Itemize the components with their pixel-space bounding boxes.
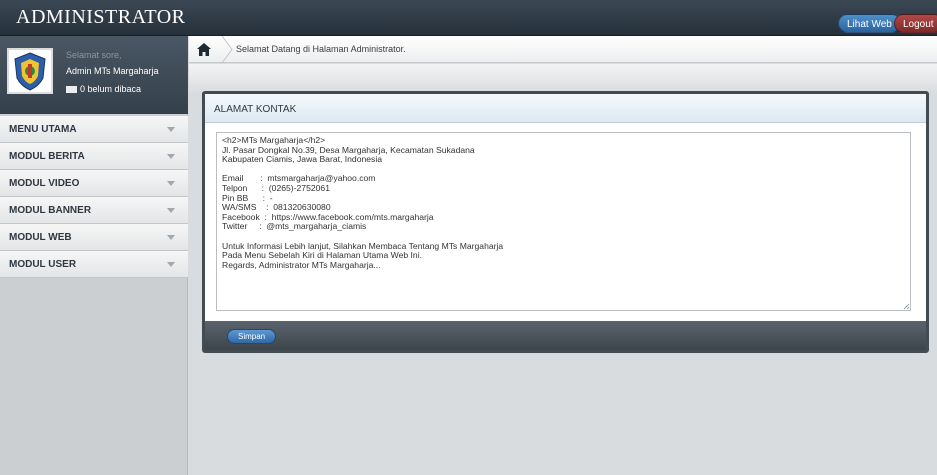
menu-item-label: MODUL VIDEO bbox=[9, 178, 80, 189]
resize-grip-icon[interactable] bbox=[902, 302, 910, 310]
menu-item-label: MODUL BANNER bbox=[9, 205, 92, 216]
breadcrumb-separator bbox=[221, 36, 233, 63]
menu-item-label: MODUL USER bbox=[9, 259, 77, 270]
menu-item-modul-video[interactable]: MODUL VIDEO bbox=[0, 170, 188, 197]
chevron-down-icon bbox=[167, 262, 175, 267]
menu-item-label: MODUL WEB bbox=[9, 232, 72, 243]
home-icon[interactable] bbox=[197, 43, 211, 56]
breadcrumb-text: Selamat Datang di Halaman Administrator. bbox=[236, 44, 406, 54]
app-title: ADMINISTRATOR bbox=[16, 6, 186, 28]
unread-count: 0 belum dibaca bbox=[80, 84, 142, 94]
menu-item-modul-user[interactable]: MODUL USER bbox=[0, 251, 188, 278]
menu-item-label: MENU UTAMA bbox=[9, 124, 77, 135]
panel-header: ALAMAT KONTAK bbox=[205, 94, 926, 123]
contact-content-textarea[interactable]: <h2>MTs Margaharja</h2> Jl. Pasar Dongka… bbox=[216, 132, 911, 311]
unread-messages-link[interactable]: 0 belum dibaca bbox=[66, 84, 141, 94]
user-profile-box: Selamat sore, Admin MTs Margaharja 0 bel… bbox=[0, 36, 188, 114]
save-button[interactable]: Simpan bbox=[227, 329, 277, 344]
avatar bbox=[7, 48, 53, 94]
logout-button[interactable]: Logout bbox=[894, 14, 937, 33]
mail-icon bbox=[66, 86, 77, 93]
breadcrumb: Selamat Datang di Halaman Administrator. bbox=[189, 36, 937, 63]
chevron-down-icon bbox=[167, 181, 175, 186]
menu-item-menu-utama[interactable]: MENU UTAMA bbox=[0, 116, 188, 143]
chevron-down-icon bbox=[167, 235, 175, 240]
contact-address-panel: ALAMAT KONTAK <h2>MTs Margaharja</h2> Jl… bbox=[202, 91, 929, 353]
chevron-down-icon bbox=[167, 154, 175, 159]
greeting-text: Selamat sore, bbox=[66, 50, 122, 60]
content-header-shade bbox=[189, 64, 937, 94]
user-name: Admin MTs Margaharja bbox=[66, 66, 159, 76]
menu-item-label: MODUL BERITA bbox=[9, 151, 85, 162]
panel-footer: Simpan bbox=[205, 321, 926, 350]
chevron-down-icon bbox=[167, 127, 175, 132]
sidebar: Selamat sore, Admin MTs Margaharja 0 bel… bbox=[0, 36, 188, 475]
menu-item-modul-web[interactable]: MODUL WEB bbox=[0, 224, 188, 251]
menu-item-modul-berita[interactable]: MODUL BERITA bbox=[0, 143, 188, 170]
top-header: ADMINISTRATOR Lihat Web Logout bbox=[0, 0, 937, 36]
view-site-button[interactable]: Lihat Web bbox=[838, 14, 901, 33]
chevron-down-icon bbox=[167, 208, 175, 213]
menu-item-modul-banner[interactable]: MODUL BANNER bbox=[0, 197, 188, 224]
sidebar-menu: MENU UTAMA MODUL BERITA MODUL VIDEO MODU… bbox=[0, 116, 188, 278]
panel-title: ALAMAT KONTAK bbox=[214, 104, 297, 115]
school-logo-icon bbox=[9, 50, 51, 92]
